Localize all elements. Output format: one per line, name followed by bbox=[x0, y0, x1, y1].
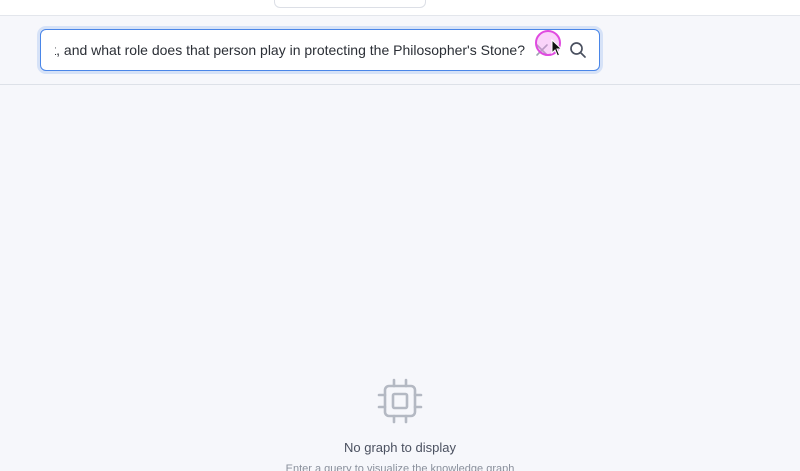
app-page: nt, and what role does that person play … bbox=[0, 0, 800, 471]
chip-icon bbox=[377, 378, 423, 424]
empty-state: No graph to display Enter a query to vis… bbox=[0, 376, 800, 471]
top-header bbox=[0, 0, 800, 16]
mouse-pointer-icon bbox=[551, 39, 563, 57]
search-bar: nt, and what role does that person play … bbox=[0, 16, 800, 85]
search-icon[interactable] bbox=[569, 41, 587, 59]
empty-state-title: No graph to display bbox=[343, 440, 456, 455]
empty-state-subtitle: Enter a query to visualize the knowledge… bbox=[285, 463, 515, 471]
search-input-value[interactable]: nt, and what role does that person play … bbox=[55, 30, 525, 70]
search-input[interactable]: nt, and what role does that person play … bbox=[40, 29, 600, 71]
top-tab[interactable] bbox=[274, 0, 426, 8]
